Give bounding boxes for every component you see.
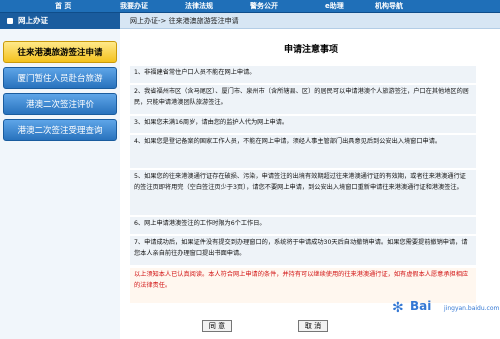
breadcrumb: 网上办证-> 往来港澳旅游签注申请: [120, 13, 500, 29]
sidebar-header: 网上办证: [0, 13, 120, 29]
sidebar-item-hk-macau-tour-endorsement[interactable]: 往来港澳旅游签注申请: [3, 41, 117, 63]
agree-button[interactable]: 同 意: [202, 320, 232, 332]
notice-item: 7、申请成功后，如果证件没有提交到办理窗口的，系统将于申请成功30天后自动撤销申…: [130, 236, 476, 266]
sidebar: 往来港澳旅游签注申请 厦门暂住人员赴台旅游 港澳二次签注评价 港澳二次签注受理查…: [0, 29, 120, 339]
nav-e-assistant[interactable]: e助理: [325, 0, 344, 12]
nav-agencies[interactable]: 机构导航: [375, 0, 403, 12]
nav-laws[interactable]: 法律法规: [185, 0, 213, 12]
baidu-watermark: ✻ Bai jingyan.baidu.com: [392, 299, 500, 316]
paw-icon: ✻: [392, 300, 404, 316]
main-panel: 申请注意事项 1、非福建省常住户口人员不能在网上申请。 2、我省福州市区（含马尾…: [122, 30, 500, 339]
nav-home[interactable]: 首 页: [55, 0, 71, 12]
sidebar-item-second-endorsement-query[interactable]: 港澳二次签注受理查询: [3, 119, 117, 141]
notice-item: 6、网上申请港澳签注的工作时限为6个工作日。: [130, 217, 476, 235]
bullet-icon: [7, 18, 13, 24]
notice-item: 5、如果您的往来港澳通行证存在破损、污染，申请签注的出境有效期超过往来港澳通行证…: [130, 170, 476, 216]
sidebar-item-xiamen-taiwan-tour[interactable]: 厦门暂住人员赴台旅游: [3, 67, 117, 89]
top-nav-bar: 首 页 我要办证 法律法规 警务公开 e助理 机构导航: [0, 0, 500, 13]
cancel-button[interactable]: 取 消: [298, 320, 328, 332]
nav-police-affairs[interactable]: 警务公开: [250, 0, 278, 12]
page-title: 申请注意事项: [283, 45, 338, 55]
notice-item: 4、如果您是登记备案的国家工作人员，不能在网上申请，须经人事主管部门出具意见后到…: [130, 135, 476, 169]
nav-apply[interactable]: 我要办证: [120, 0, 148, 12]
sidebar-item-second-endorsement-rating[interactable]: 港澳二次签注评价: [3, 93, 117, 115]
notice-item: 3、如果您未满16周岁，请由您的监护人代为网上申请。: [130, 116, 476, 134]
notice-item: 1、非福建省常住户口人员不能在网上申请。: [130, 66, 476, 84]
notice-item: 2、我省福州市区（含马尾区）、厦门市、泉州市（含所辖县、区）的居民可以申请港澳个…: [130, 85, 476, 115]
